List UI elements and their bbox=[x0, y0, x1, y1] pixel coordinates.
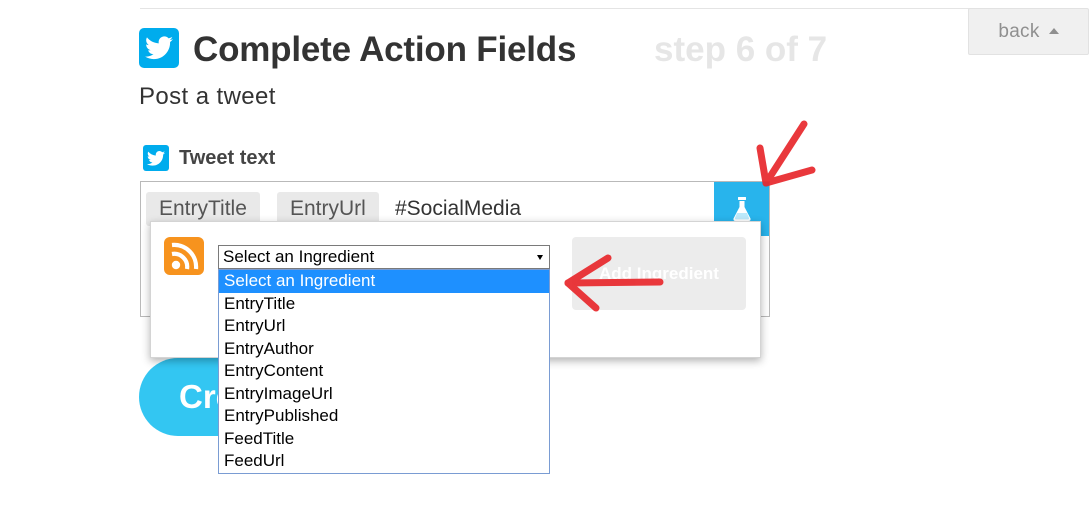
add-ingredient-button[interactable]: Add Ingredient bbox=[572, 237, 746, 310]
ingredient-options-list: Select an Ingredient EntryTitle EntryUrl… bbox=[218, 269, 550, 474]
ingredient-option[interactable]: EntryUrl bbox=[219, 315, 549, 338]
ingredient-option[interactable]: Select an Ingredient bbox=[219, 270, 549, 293]
action-subtitle: Post a tweet bbox=[139, 83, 276, 110]
ingredient-option[interactable]: EntryAuthor bbox=[219, 338, 549, 361]
ingredient-select[interactable]: Select an Ingredient bbox=[218, 245, 550, 269]
ingredient-option[interactable]: EntryPublished bbox=[219, 405, 549, 428]
top-divider bbox=[140, 8, 1032, 9]
ingredient-select-value: Select an Ingredient bbox=[223, 247, 375, 266]
field-label: Tweet text bbox=[179, 147, 276, 169]
back-button-label: back bbox=[998, 20, 1040, 42]
caret-up-icon bbox=[1048, 27, 1059, 34]
twitter-bird-icon bbox=[143, 145, 169, 171]
flask-icon bbox=[732, 197, 751, 221]
twitter-bird-icon bbox=[139, 28, 179, 68]
back-button[interactable]: back bbox=[968, 8, 1089, 55]
ingredient-option[interactable]: EntryContent bbox=[219, 360, 549, 383]
ingredient-option[interactable]: EntryTitle bbox=[219, 293, 549, 316]
dropdown-arrow-icon bbox=[537, 255, 543, 260]
rss-feed-icon bbox=[164, 237, 204, 275]
ingredient-option[interactable]: FeedUrl bbox=[219, 450, 549, 473]
page-title: Complete Action Fields bbox=[193, 30, 577, 69]
red-arrow-annotation bbox=[756, 120, 816, 187]
ingredient-option[interactable]: EntryImageUrl bbox=[219, 383, 549, 406]
step-indicator: step 6 of 7 bbox=[654, 30, 828, 69]
ingredient-option[interactable]: FeedTitle bbox=[219, 428, 549, 451]
